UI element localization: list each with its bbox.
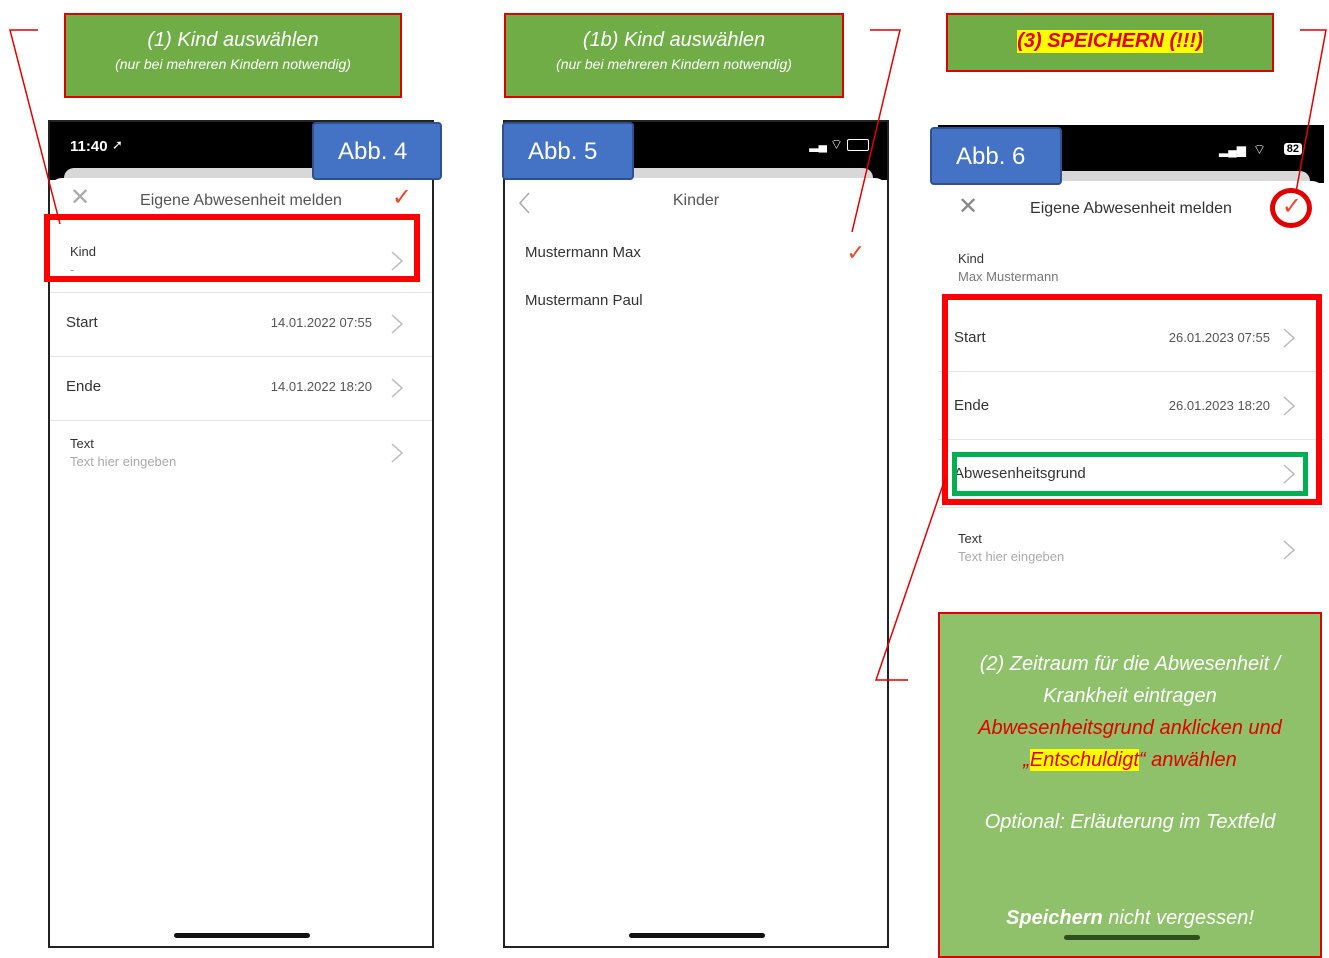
callout-step3-text: (3) SPEICHERN (!!!) [1017, 30, 1203, 53]
chevron-right-icon [391, 314, 404, 334]
page-title: Eigene Abwesenheit melden [1030, 200, 1232, 217]
battery-level: 82 [1283, 143, 1302, 155]
signal-icon: ▂▄▆ [1219, 143, 1246, 157]
text-placeholder: Text hier eingeben [958, 549, 1065, 564]
callout-step1b: (1b) Kind auswählen (nur bei mehreren Ki… [504, 13, 844, 98]
callout-step1-note: (nur bei mehreren Kindern notwendig) [115, 56, 351, 72]
modal-sheet: ✕ Eigene Abwesenheit melden ✓ Kind - Sta… [50, 178, 432, 946]
highlight-save-circle [1270, 188, 1312, 228]
callout-step1b-note: (nur bei mehreren Kindern notwendig) [556, 56, 792, 72]
callout-step2-line2: Krankheit eintragen [1043, 685, 1217, 707]
selected-check-icon: ✓ [846, 240, 865, 265]
quote-close: “ anwählen [1138, 749, 1237, 771]
callout-step1: (1) Kind auswählen (nur bei mehreren Kin… [64, 13, 402, 98]
wifi-icon: ⌔ [1252, 141, 1266, 157]
start-row[interactable]: Start 14.01.2022 07:55 [50, 292, 432, 357]
modal-sheet: Kinder Mustermann Max ✓ Mustermann Paul [505, 178, 887, 946]
kind-label: Kind [958, 251, 985, 266]
callout-step2-line3: Abwesenheitsgrund anklicken und [978, 717, 1282, 739]
chevron-right-icon [391, 443, 404, 463]
callout-step2: (2) Zeitraum für die Abwesenheit / Krank… [938, 612, 1322, 958]
ende-label: Ende [66, 378, 102, 395]
child-name: Mustermann Paul [525, 292, 643, 309]
child-row-max[interactable]: Mustermann Max ✓ [505, 230, 887, 278]
page-title: Kinder [672, 192, 720, 209]
callout-step1-title: (1) Kind auswählen [147, 29, 319, 51]
save-emphasis: Speichern [1006, 907, 1103, 929]
start-value: 14.01.2022 07:55 [270, 315, 372, 330]
ende-value: 14.01.2022 18:20 [270, 379, 372, 394]
quote-open: „ [1023, 749, 1030, 771]
chevron-right-icon [391, 378, 404, 398]
signal-icon: ▂▄ [809, 138, 827, 152]
text-label: Text [958, 531, 982, 546]
callout-step1b-title: (1b) Kind auswählen [582, 29, 766, 51]
text-row[interactable]: Text Text hier eingeben [50, 420, 432, 484]
chevron-right-icon [1283, 540, 1296, 560]
kind-value: Max Mustermann [958, 269, 1059, 284]
callout-step2-line1: (2) Zeitraum für die Abwesenheit / [979, 653, 1281, 675]
child-row-paul[interactable]: Mustermann Paul [505, 278, 887, 326]
figure-label-abb6: Abb. 6 [930, 127, 1062, 185]
callout-step2-line6: Speichern nicht vergessen! [940, 902, 1320, 934]
home-indicator[interactable] [174, 933, 310, 938]
nav-bar: Kinder [505, 178, 887, 226]
text-row[interactable]: Text Text hier eingeben [938, 511, 1324, 581]
location-arrow-icon: ➚ [112, 137, 123, 152]
ende-row[interactable]: Ende 14.01.2022 18:20 [50, 356, 432, 421]
figure-label-abb5: Abb. 5 [502, 122, 634, 180]
figure-label-abb4: Abb. 4 [312, 122, 442, 180]
battery-icon [847, 139, 869, 151]
kind-row[interactable]: Kind Max Mustermann [938, 241, 1324, 295]
wifi-icon: ⌔ [829, 136, 843, 152]
text-label: Text [70, 436, 94, 451]
start-label: Start [66, 314, 98, 331]
text-placeholder: Text hier eingeben [70, 454, 177, 469]
home-indicator [1064, 935, 1200, 940]
callout-step2-line5: Optional: Erläuterung im Textfeld [984, 811, 1276, 833]
save-check-icon[interactable]: ✓ [392, 186, 412, 210]
save-reminder: nicht vergessen! [1102, 907, 1254, 929]
entschuldigt-highlight: Entschuldigt [1029, 749, 1139, 771]
highlight-kind-row [44, 214, 420, 282]
page-title: Eigene Abwesenheit melden [140, 192, 342, 209]
status-time: 11:40 [70, 138, 108, 155]
highlight-abwesenheitsgrund [952, 452, 1308, 496]
home-indicator[interactable] [629, 933, 765, 938]
callout-step3: (3) SPEICHERN (!!!) [946, 13, 1274, 72]
callout-step2-line4: „Entschuldigt“ anwählen [940, 744, 1320, 776]
nav-bar: ✕ Eigene Abwesenheit melden ✓ [938, 181, 1324, 229]
child-name: Mustermann Max [525, 244, 641, 261]
phone-screen-abb5: ▂▄ ⌔ Kinder Mustermann Max ✓ Mustermann … [503, 120, 889, 948]
